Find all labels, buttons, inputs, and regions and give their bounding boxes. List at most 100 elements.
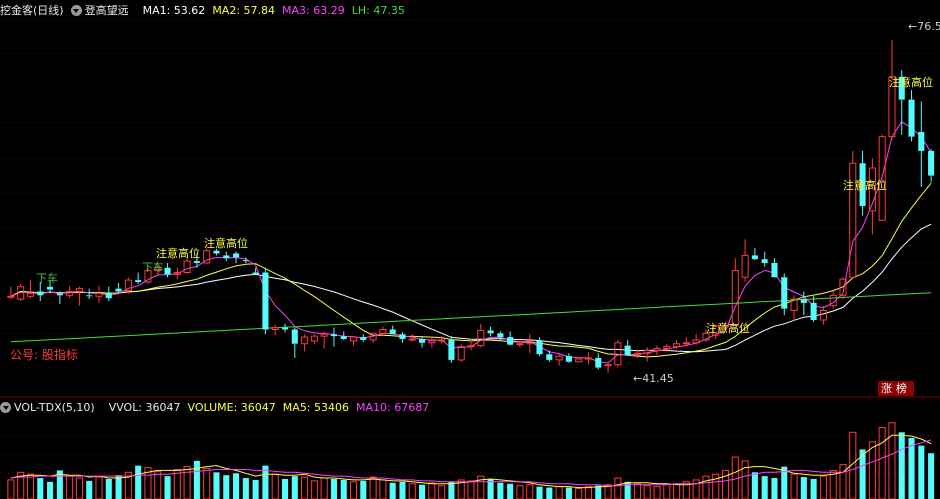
candle-body <box>653 348 661 351</box>
volume-bars <box>7 422 935 499</box>
candle <box>271 324 279 336</box>
candle-body <box>291 329 298 344</box>
candle-body <box>614 342 622 366</box>
high-price-label: ←76.5 <box>908 20 940 33</box>
volume-bar <box>320 477 328 499</box>
candle <box>330 327 337 347</box>
candle <box>849 150 857 279</box>
candle <box>584 352 593 365</box>
candle-body <box>928 150 935 176</box>
rank-badge[interactable]: 涨榜 <box>878 381 914 396</box>
volume-bar <box>928 453 935 499</box>
signal-label: 注意高位 <box>843 179 887 192</box>
candle <box>908 90 915 142</box>
candle-body <box>428 340 436 344</box>
volume-bar <box>115 475 122 499</box>
candle-body <box>682 342 690 345</box>
signal-label: 下车 <box>36 272 58 285</box>
volume-bar <box>135 465 142 499</box>
candle <box>497 331 504 341</box>
volume-bar <box>7 479 15 499</box>
candle-body <box>320 333 328 337</box>
candle <box>810 296 817 322</box>
volume-bar <box>369 476 377 499</box>
candle-body <box>584 357 593 360</box>
volume-bar <box>389 482 396 499</box>
volume-bar <box>86 480 93 499</box>
signal-label: 下车 <box>142 261 164 274</box>
volume-bar <box>790 473 798 499</box>
volume-bar <box>349 481 358 499</box>
volume-bar <box>595 485 602 499</box>
formula-name[interactable]: 登高望远 <box>85 4 129 17</box>
candle-body <box>781 277 788 309</box>
candle-body <box>164 267 171 275</box>
candle-body <box>663 346 671 350</box>
candle <box>66 285 74 299</box>
candle <box>26 280 35 299</box>
candle <box>349 336 358 346</box>
candle <box>95 285 103 303</box>
candle <box>86 288 93 300</box>
volume-bar <box>516 485 524 499</box>
candle-body <box>47 286 54 290</box>
volume-bar <box>438 485 446 499</box>
lh-value: LH: 47.35 <box>351 4 405 17</box>
candle <box>565 353 572 363</box>
candle-body <box>731 270 739 327</box>
lh-line <box>10 292 932 343</box>
volume-bar <box>379 479 387 499</box>
candle-body <box>692 339 700 344</box>
candle-body <box>819 310 827 321</box>
volume-bar <box>467 480 475 499</box>
volume-bar <box>233 473 240 499</box>
volume-bar <box>154 470 162 499</box>
dropdown-icon[interactable] <box>0 402 11 413</box>
candle-body <box>242 260 249 262</box>
volume-indicator-name[interactable]: VOL-TDX(5,10) <box>14 401 95 414</box>
candle-body <box>467 345 475 348</box>
volume-bar <box>164 476 171 499</box>
candle-body <box>310 335 318 342</box>
candle-body <box>330 334 337 337</box>
volume-bar <box>497 482 504 499</box>
volume-bar <box>898 432 905 499</box>
volume-bar <box>555 486 563 499</box>
stock-chart[interactable] <box>0 0 940 499</box>
candle-body <box>448 339 455 360</box>
candle-body <box>389 329 396 335</box>
candle-body <box>75 288 83 292</box>
candle-body <box>213 250 220 254</box>
volume-bar <box>223 475 230 499</box>
candle-body <box>349 336 358 342</box>
candle <box>604 362 612 373</box>
candle <box>124 277 132 294</box>
volume-bar <box>771 478 778 499</box>
volume-indicator-selector[interactable]: VOL-TDX(5,10) <box>0 401 102 414</box>
vol-ma5-value: MA5: 53406 <box>282 401 350 414</box>
volume-bar <box>271 473 279 499</box>
candle-body <box>360 337 367 340</box>
volume-bar <box>819 475 827 499</box>
volume-bar <box>653 486 661 499</box>
candle-body <box>135 280 142 282</box>
candle-body <box>56 293 63 296</box>
indicator-name[interactable]: 挖金客(日线) <box>0 4 64 17</box>
volume-bar <box>330 478 337 499</box>
candle <box>310 334 318 344</box>
candle-body <box>262 272 269 330</box>
candle-body <box>771 263 778 278</box>
candle <box>507 331 514 346</box>
dropdown-icon[interactable] <box>70 5 82 16</box>
volume-bar <box>908 438 915 499</box>
candle-body <box>419 339 426 343</box>
volume-header: VOL-TDX(5,10) VVOL: 36047 VOLUME: 36047 MA5… <box>0 399 436 417</box>
vol-ma5-line <box>10 434 932 489</box>
candle-body <box>340 336 347 339</box>
signal-label: 注意高位 <box>204 237 248 250</box>
candle-body <box>457 346 465 361</box>
volume-bar <box>751 472 758 499</box>
formula-selector[interactable]: 登高望远 <box>70 4 136 17</box>
volume-bar <box>301 476 309 499</box>
volume-bar <box>242 478 249 499</box>
